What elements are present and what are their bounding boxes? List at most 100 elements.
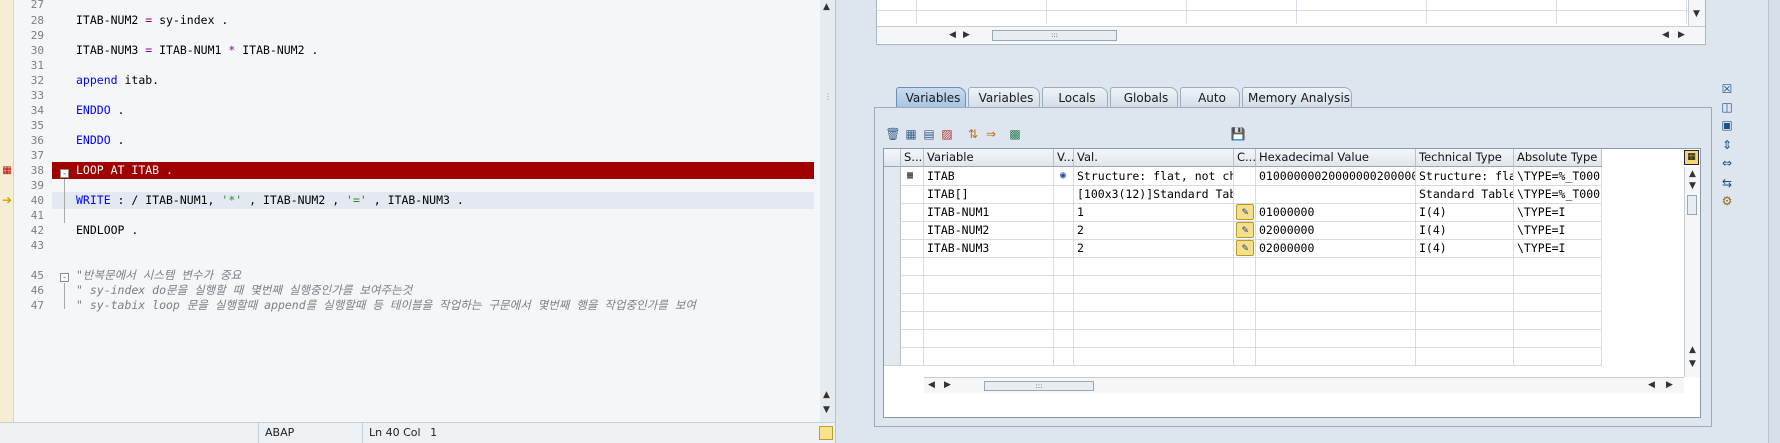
upper-table-horizontal-scrollbar[interactable]: ◀ ▶ ::: ◀ ▶ (877, 26, 1705, 43)
row-selector[interactable] (884, 275, 901, 294)
tab-variables-1[interactable]: Variables 1 (896, 87, 966, 125)
upper-table-vertical-scrollbar[interactable]: ▼ (1688, 0, 1705, 26)
scroll-thumb[interactable]: ::: (992, 30, 1117, 41)
scroll-left-arrow-icon[interactable]: ◀ (928, 380, 935, 390)
upper-table[interactable]: ▼ ◀ ▶ ::: ◀ ▶ (876, 0, 1706, 45)
fold-toggle-icon[interactable]: - (60, 169, 69, 178)
grid-column-header[interactable]: Technical Type (1416, 149, 1514, 167)
row-selector[interactable] (884, 257, 901, 276)
scroll-right-arrow-icon[interactable]: ▶ (1666, 380, 1673, 390)
row-selector[interactable] (884, 203, 901, 222)
tab-auto[interactable]: Auto (1180, 87, 1240, 108)
tab-variables-2[interactable]: Variables 2 (968, 87, 1040, 125)
value-cell[interactable]: 2 (1074, 221, 1234, 240)
layout-settings-icon[interactable]: ▦ (1684, 150, 1699, 165)
tab-globals[interactable]: Globals (1110, 87, 1178, 108)
scroll-right-arrow-icon[interactable]: ▶ (944, 380, 951, 390)
scroll-down-arrow-icon[interactable]: ▼ (1689, 359, 1696, 369)
code-line[interactable]: " sy-tabix loop 문을 실행할때 append를 실행할때 등 테… (52, 297, 814, 314)
value-cell[interactable]: 2 (1074, 239, 1234, 258)
row-selector[interactable] (884, 185, 901, 204)
row-selector[interactable] (884, 239, 901, 258)
scroll-thumb[interactable]: ::: (984, 381, 1094, 391)
row-selector[interactable] (884, 293, 901, 312)
scroll-left-arrow-icon[interactable]: ◀ (1648, 380, 1655, 390)
editor-vertical-scrollbar[interactable]: ▲ ⋮ ▲ ▼ (820, 0, 835, 422)
row-selector[interactable] (884, 329, 901, 348)
absolute-type-cell (1514, 347, 1602, 366)
scroll-up-arrow-icon[interactable]: ▲ (1689, 169, 1696, 179)
grid-column-header[interactable]: Absolute Type (1514, 149, 1602, 167)
right-edge-bar (1768, 0, 1780, 443)
scroll-down-arrow-icon[interactable]: ▼ (1689, 181, 1696, 191)
transfer-icon[interactable]: ⇒ (983, 126, 999, 142)
value-cell[interactable]: 1 (1074, 203, 1234, 222)
row-selector[interactable] (884, 311, 901, 330)
value-cell[interactable]: Structure: flat, not cha… (1074, 167, 1234, 186)
edit-value-icon[interactable]: ✎ (1236, 240, 1254, 256)
value-cell (1074, 293, 1234, 312)
breakpoint-gutter[interactable]: ▦ ➔ (0, 0, 14, 422)
technical-type-cell: Structure: flat, no… (1416, 167, 1514, 186)
edit-value-icon[interactable]: ✎ (1236, 204, 1254, 220)
status-cell: ▦ (901, 167, 924, 186)
sort-icon[interactable]: ⇅ (965, 126, 981, 142)
maximize-icon[interactable]: ▣ (1718, 116, 1736, 134)
grid-header-selector[interactable] (884, 149, 901, 167)
scroll-down-arrow-icon[interactable]: ▼ (1693, 9, 1700, 19)
variables-grid[interactable]: S... Variable V... Val. C... Hexadecimal Valu… (883, 148, 1701, 418)
grid-column-header[interactable]: V... (1054, 149, 1074, 167)
scroll-up-arrow-icon[interactable]: ▲ (823, 390, 830, 400)
breakpoint-icon[interactable]: ▦ (1, 165, 13, 177)
row-selector[interactable] (884, 347, 901, 366)
row-selector[interactable] (884, 221, 901, 240)
technical-type-cell: I(4) (1416, 221, 1514, 240)
grid-column-header[interactable]: Val. (1074, 149, 1234, 167)
close-icon[interactable]: ☒ (1718, 80, 1736, 98)
value-cell[interactable]: [100x3(12)]Standard Table (1074, 185, 1234, 204)
grid-vertical-scrollbar[interactable]: ▲ ▼ ▲ ▼ (1684, 167, 1700, 377)
scroll-left-arrow-icon[interactable]: ◀ (949, 30, 956, 40)
remove-row-icon[interactable]: ▨ (939, 126, 955, 142)
scroll-down-arrow-icon[interactable]: ▼ (823, 405, 830, 415)
grid-column-header[interactable]: C... (1234, 149, 1256, 167)
code-line[interactable] (52, 237, 814, 254)
tab-memory-analysis[interactable]: Memory Analysis (1242, 87, 1352, 108)
tree-view-icon[interactable]: ▩ (1007, 126, 1023, 142)
code-area[interactable]: ITAB-NUM2 = sy-index . ITAB-NUM3 = ITAB-N… (52, 0, 820, 422)
value-cell (1074, 329, 1234, 348)
scroll-up-arrow-icon[interactable]: ▲ (823, 2, 830, 12)
services-icon[interactable]: ⚙ (1718, 192, 1736, 210)
scroll-right-arrow-icon[interactable]: ▶ (963, 30, 970, 40)
scroll-left-arrow-icon[interactable]: ◀ (1662, 30, 1669, 40)
scroll-up-arrow-icon[interactable]: ▲ (1689, 345, 1696, 355)
code-editor[interactable]: ▦ ➔ 27 28 29 30 31 32 33 34 35 36 37 38 39 40 41 42 43 45… (0, 0, 835, 443)
fold-toggle-icon[interactable]: - (60, 273, 69, 282)
technical-type-cell: I(4) (1416, 239, 1514, 258)
hex-cell (1256, 257, 1416, 276)
change-cell: ✎ (1234, 203, 1256, 222)
upper-table-column (1427, 0, 1557, 24)
grid-column-header[interactable]: Variable (924, 149, 1054, 167)
grid-horizontal-scrollbar[interactable]: ◀ ▶ ::: ◀ ▶ (924, 377, 1684, 393)
row-selector[interactable] (884, 167, 901, 186)
structure-view-icon[interactable]: ◉ (1057, 170, 1069, 182)
save-icon[interactable]: 💾 (1230, 126, 1246, 142)
delete-icon[interactable]: 🗑 (885, 126, 901, 142)
status-cell (901, 257, 924, 276)
change-cell (1234, 257, 1256, 276)
tab-locals[interactable]: Locals (1042, 87, 1108, 108)
scroll-thumb[interactable] (1687, 195, 1697, 215)
expand-vertical-icon[interactable]: ⇕ (1718, 136, 1736, 154)
scroll-right-arrow-icon[interactable]: ▶ (1678, 30, 1685, 40)
status-settings-icon[interactable] (819, 426, 833, 440)
edit-value-icon[interactable]: ✎ (1236, 222, 1254, 238)
expand-horizontal-icon[interactable]: ⇔ (1718, 154, 1736, 172)
grid-column-header[interactable]: S... (901, 149, 924, 167)
insert-icon[interactable]: ▦ (903, 126, 919, 142)
swap-icon[interactable]: ⇆ (1718, 174, 1736, 192)
scroll-grip-icon[interactable]: ⋮ (824, 92, 832, 101)
new-tool-icon[interactable]: ◫ (1718, 98, 1736, 116)
grid-column-header[interactable]: Hexadecimal Value (1256, 149, 1416, 167)
copy-icon[interactable]: ▤ (921, 126, 937, 142)
